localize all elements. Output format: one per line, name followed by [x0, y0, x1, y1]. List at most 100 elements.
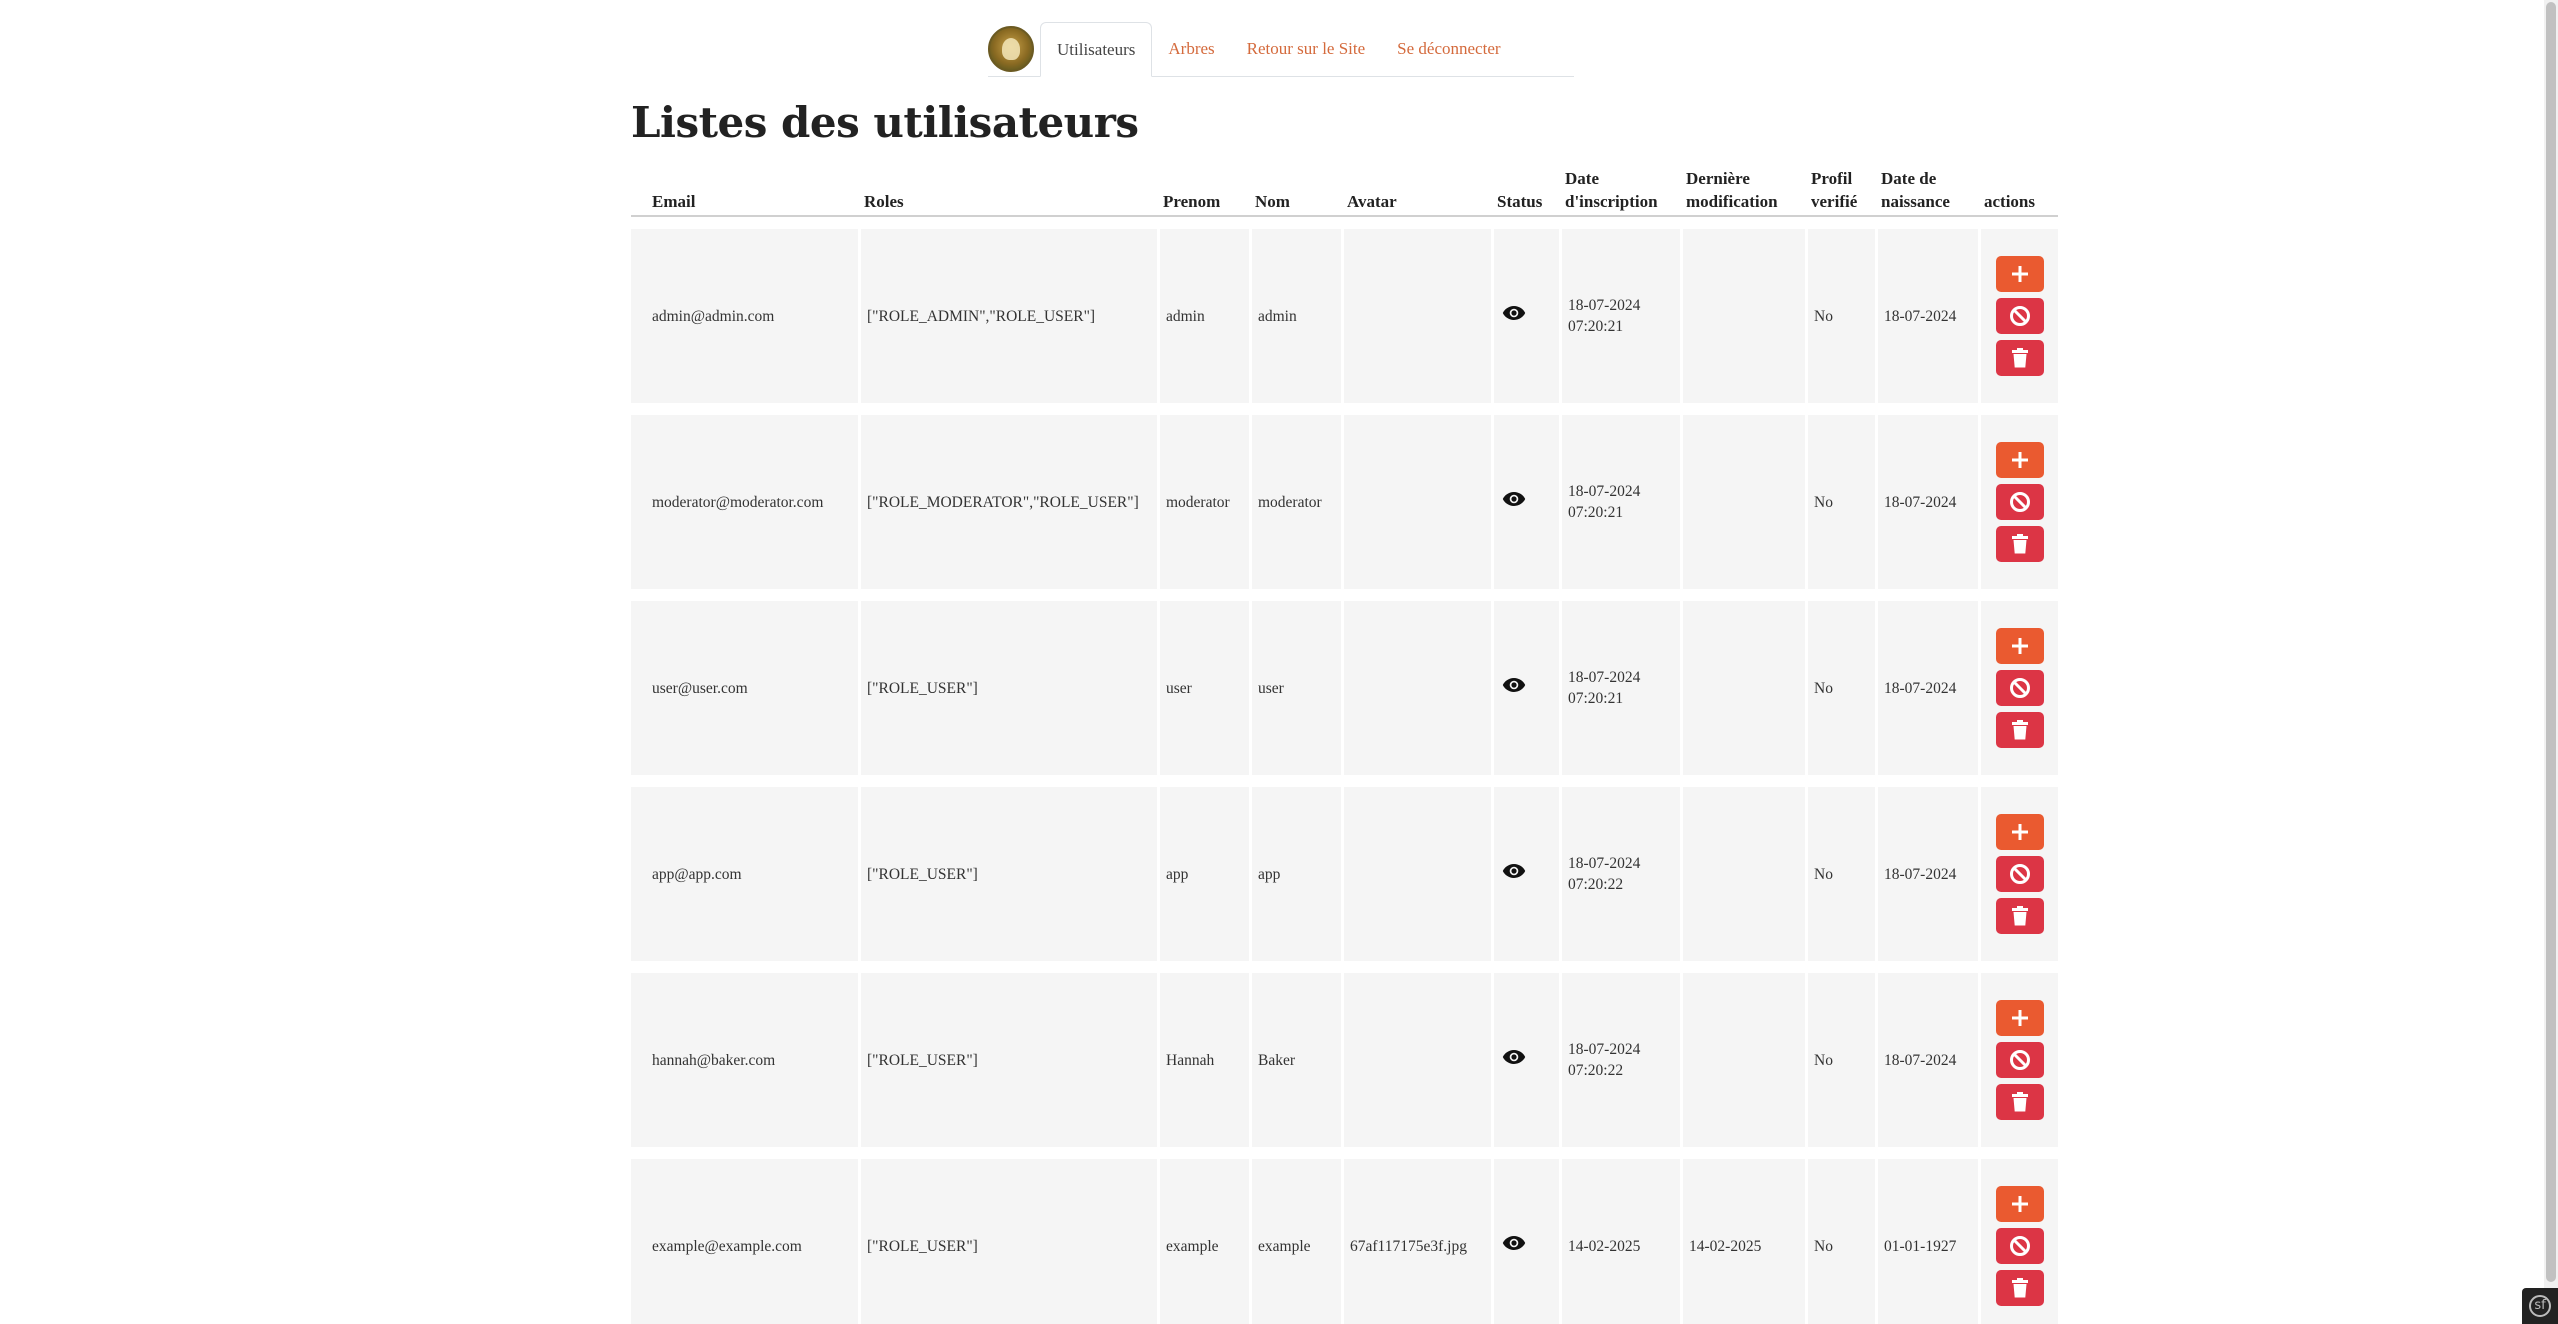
cell-date-inscription: 14-02-2025 — [1559, 1147, 1680, 1324]
ban-button[interactable] — [1995, 484, 2044, 520]
cell-derniere-modification — [1680, 775, 1805, 961]
tab-retour-site[interactable]: Retour sur le Site — [1231, 22, 1382, 77]
cell-date-naissance: 18-07-2024 — [1875, 961, 1978, 1147]
date-inscription-date: 14-02-2025 — [1568, 1237, 1641, 1255]
add-button[interactable] — [1995, 814, 2044, 850]
cell-derniere-modification — [1680, 403, 1805, 589]
header-derniere-line2: modification — [1686, 192, 1778, 211]
symfony-icon: sf — [2529, 1295, 2551, 1317]
ban-button[interactable] — [1995, 1228, 2044, 1264]
plus-icon — [2011, 1010, 2028, 1026]
delete-button[interactable] — [1995, 1270, 2044, 1306]
cell-nom: app — [1249, 775, 1341, 961]
date-inscription-date: 18-07-2024 — [1568, 669, 1641, 686]
cell-status — [1491, 775, 1559, 961]
delete-button[interactable] — [1995, 340, 2044, 376]
cell-actions — [1978, 403, 2058, 589]
delete-button[interactable] — [1995, 712, 2044, 748]
add-button[interactable] — [1995, 628, 2044, 664]
cell-date-naissance: 18-07-2024 — [1875, 775, 1978, 961]
trash-icon — [2011, 534, 2028, 554]
ban-button[interactable] — [1995, 298, 2044, 334]
eye-icon[interactable] — [1502, 1235, 1526, 1251]
delete-button[interactable] — [1995, 1084, 2044, 1120]
header-naissance-line1: Date de — [1881, 169, 1937, 188]
ban-button[interactable] — [1995, 1042, 2044, 1078]
header-date-naissance: Date de naissance — [1875, 162, 1978, 217]
eye-icon[interactable] — [1502, 863, 1526, 879]
date-inscription-time: 07:20:21 — [1568, 504, 1624, 521]
cell-avatar — [1341, 961, 1491, 1147]
cell-derniere-modification — [1680, 961, 1805, 1147]
cell-prenom: example — [1157, 1147, 1249, 1324]
date-inscription-date: 18-07-2024 — [1568, 483, 1641, 500]
header-profil-line1: Profil — [1811, 169, 1853, 188]
ban-button[interactable] — [1995, 856, 2044, 892]
cell-actions — [1978, 589, 2058, 775]
cell-status — [1491, 961, 1559, 1147]
cell-profil-verifie: No — [1805, 961, 1875, 1147]
tab-deconnecter[interactable]: Se déconnecter — [1381, 22, 1516, 77]
symfony-toolbar-toggle[interactable]: sf — [2522, 1288, 2558, 1324]
header-actions: actions — [1978, 162, 2058, 217]
cell-avatar: 67af117175e3f.jpg — [1341, 1147, 1491, 1324]
cell-date-inscription: 18-07-2024 07:20:22 — [1559, 961, 1680, 1147]
cell-derniere-modification — [1680, 217, 1805, 403]
header-profil-verifie: Profil verifié — [1805, 162, 1875, 217]
cell-roles: ["ROLE_USER"] — [858, 589, 1157, 775]
cell-profil-verifie: No — [1805, 589, 1875, 775]
ban-button[interactable] — [1995, 670, 2044, 706]
header-avatar: Avatar — [1341, 162, 1491, 217]
add-button[interactable] — [1995, 1000, 2044, 1036]
row-actions — [1987, 814, 2052, 934]
cell-avatar — [1341, 589, 1491, 775]
page-scrollbar[interactable] — [2544, 0, 2558, 1324]
header-nom: Nom — [1249, 162, 1341, 217]
users-table: Email Roles Prenom Nom Avatar Status Dat… — [631, 162, 2058, 1324]
cell-status — [1491, 1147, 1559, 1324]
cell-status — [1491, 403, 1559, 589]
cell-date-naissance: 18-07-2024 — [1875, 217, 1978, 403]
cell-date-naissance: 01-01-1927 — [1875, 1147, 1978, 1324]
plus-icon — [2011, 1196, 2028, 1212]
site-logo[interactable] — [988, 26, 1034, 72]
cell-profil-verifie: No — [1805, 403, 1875, 589]
add-button[interactable] — [1995, 442, 2044, 478]
cell-date-naissance: 18-07-2024 — [1875, 403, 1978, 589]
eye-icon[interactable] — [1502, 1049, 1526, 1065]
table-row: user@user.com ["ROLE_USER"] user user 18… — [631, 589, 2058, 775]
tab-arbres[interactable]: Arbres — [1152, 22, 1230, 77]
delete-button[interactable] — [1995, 526, 2044, 562]
table-row: app@app.com ["ROLE_USER"] app app 18-07-… — [631, 775, 2058, 961]
delete-button[interactable] — [1995, 898, 2044, 934]
top-navigation: Utilisateurs Arbres Retour sur le Site S… — [988, 22, 1574, 77]
cell-prenom: user — [1157, 589, 1249, 775]
eye-icon[interactable] — [1502, 305, 1526, 321]
cell-derniere-modification: 14-02-2025 — [1680, 1147, 1805, 1324]
add-button[interactable] — [1995, 256, 2044, 292]
tab-utilisateurs[interactable]: Utilisateurs — [1040, 22, 1153, 77]
scrollbar-thumb[interactable] — [2546, 2, 2556, 1282]
cell-avatar — [1341, 403, 1491, 589]
plus-icon — [2011, 452, 2028, 468]
add-button[interactable] — [1995, 1186, 2044, 1222]
header-date-inscription-line2: d'inscription — [1565, 192, 1658, 211]
row-actions — [1987, 1000, 2052, 1120]
cell-nom: moderator — [1249, 403, 1341, 589]
ban-icon — [2009, 306, 2030, 326]
cell-profil-verifie: No — [1805, 1147, 1875, 1324]
cell-status — [1491, 589, 1559, 775]
cell-actions — [1978, 961, 2058, 1147]
row-actions — [1987, 256, 2052, 376]
cell-avatar — [1341, 217, 1491, 403]
plus-icon — [2011, 638, 2028, 654]
header-date-inscription-line1: Date — [1565, 169, 1599, 188]
plus-icon — [2011, 266, 2028, 282]
ban-icon — [2009, 492, 2030, 512]
cell-avatar — [1341, 775, 1491, 961]
header-profil-line2: verifié — [1811, 192, 1858, 211]
eye-icon[interactable] — [1502, 677, 1526, 693]
eye-icon[interactable] — [1502, 491, 1526, 507]
row-actions — [1987, 628, 2052, 748]
date-inscription-date: 18-07-2024 — [1568, 855, 1641, 872]
